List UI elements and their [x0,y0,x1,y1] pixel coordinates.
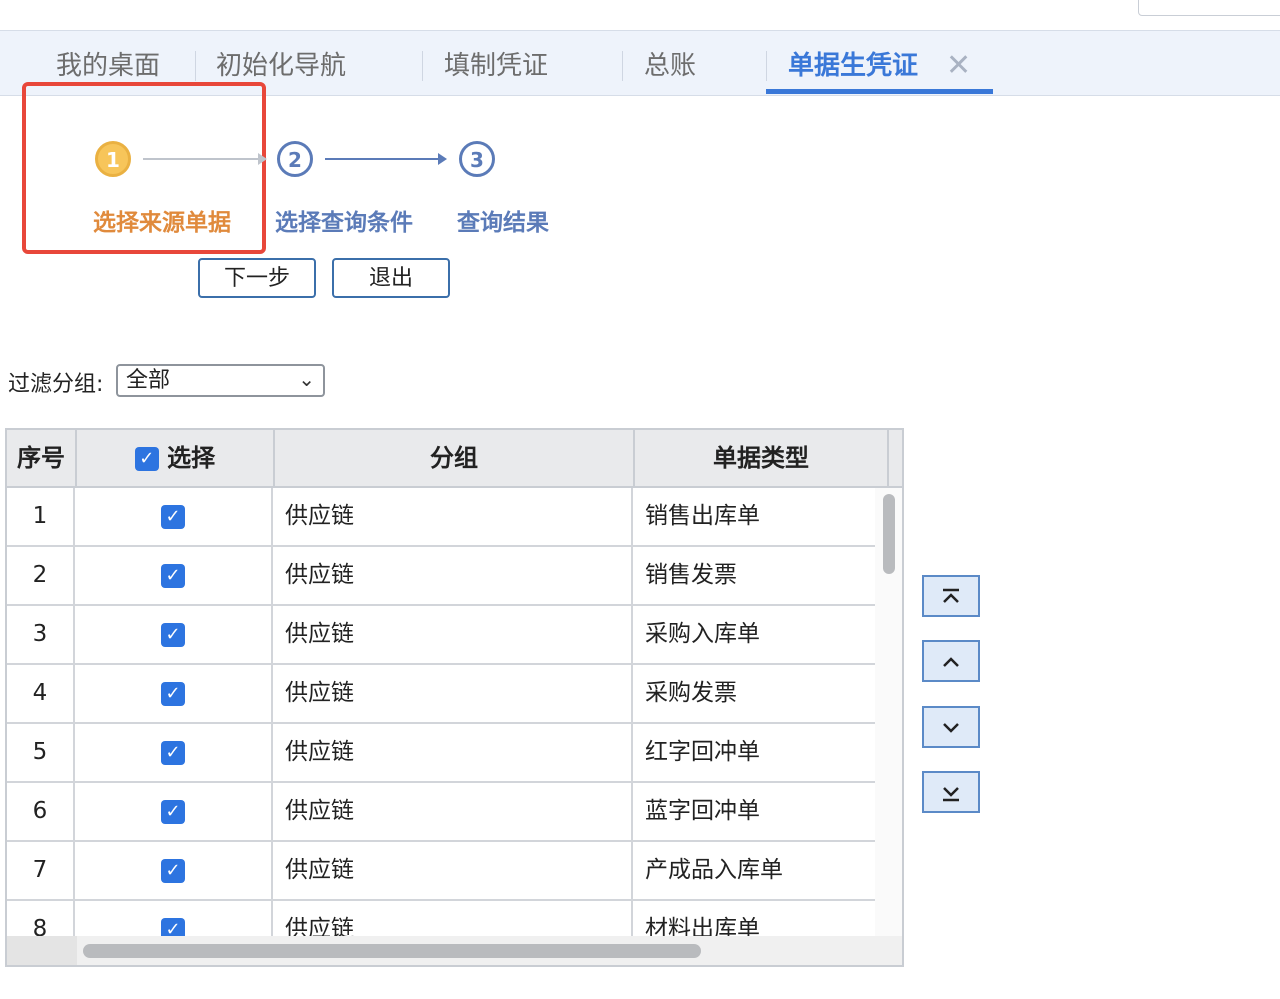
row-checkbox[interactable]: ✓ [161,563,185,588]
row-seq: 8 [7,901,75,936]
filter-group-value: 全部 [126,368,171,393]
step-connector [143,158,259,160]
top-strip [0,0,1280,30]
row-seq: 7 [7,842,75,899]
table-row[interactable]: 7 ✓ 供应链 产成品入库单 [7,842,875,901]
tab-doc-to-voucher[interactable]: 单据生凭证 [788,31,918,95]
table-row[interactable]: 2 ✓ 供应链 销售发票 [7,547,875,606]
col-seq-header: 序号 [7,430,77,486]
row-checkbox[interactable]: ✓ [161,504,185,529]
row-checkbox[interactable]: ✓ [161,799,185,824]
filter-group-label: 过滤分组: [8,372,104,397]
tab-general-ledger[interactable]: 总账 [644,31,696,95]
top-search-input[interactable] [1138,0,1280,16]
table-header: 序号 ✓ 选择 分组 单据类型 [7,430,902,488]
row-group: 供应链 [273,665,633,722]
row-seq: 3 [7,606,75,663]
row-doc-type: 产成品入库单 [645,857,783,883]
col-select-header[interactable]: ✓ 选择 [77,430,275,486]
chevron-down-icon: ⌄ [298,367,315,391]
row-doc-type: 销售出库单 [645,503,760,529]
move-top-icon [943,588,959,603]
row-doc-type: 销售发票 [645,562,737,588]
step-arrow-icon [438,153,447,165]
table-row[interactable]: 4 ✓ 供应链 采购发票 [7,665,875,724]
doc-type-table: 序号 ✓ 选择 分组 单据类型 1 ✓ 供应链 销售出库单 2 ✓ 供应链 销售… [5,428,904,967]
tab-separator [766,51,767,81]
row-seq: 1 [7,488,75,545]
next-step-button[interactable]: 下一步 [198,258,316,298]
row-checkbox[interactable]: ✓ [161,917,185,936]
table-row[interactable]: 8 ✓ 供应链 材料出库单 [7,901,875,936]
step-connector [325,158,439,160]
row-seq: 5 [7,724,75,781]
row-doc-type: 材料出库单 [645,916,760,936]
row-seq: 2 [7,547,75,604]
row-checkbox[interactable]: ✓ [161,858,185,883]
row-group: 供应链 [273,724,633,781]
exit-button[interactable]: 退出 [332,258,450,298]
row-doc-type: 采购入库单 [645,621,760,647]
table-row[interactable]: 5 ✓ 供应链 红字回冲单 [7,724,875,783]
active-tab-indicator [766,89,993,94]
move-to-bottom-button[interactable] [922,771,980,813]
row-select-cell[interactable]: ✓ [75,724,273,781]
row-select-cell[interactable]: ✓ [75,665,273,722]
scroll-corner [7,936,77,965]
row-group: 供应链 [273,783,633,840]
tab-separator [422,51,423,81]
row-seq: 6 [7,783,75,840]
row-select-cell[interactable]: ✓ [75,901,273,936]
tab-separator [195,51,196,81]
col-type-header[interactable]: 单据类型 [635,430,889,486]
chevron-down-icon [943,723,959,733]
row-select-cell[interactable]: ✓ [75,547,273,604]
step-1-label: 选择来源单据 [93,210,231,236]
row-group: 供应链 [273,606,633,663]
row-checkbox[interactable]: ✓ [161,740,185,765]
step-3-label: 查询结果 [457,210,549,236]
row-checkbox[interactable]: ✓ [161,622,185,647]
move-up-button[interactable] [922,640,980,682]
step-2-circle: 2 [277,141,313,177]
tab-fill-voucher[interactable]: 填制凭证 [444,31,548,95]
move-to-top-button[interactable] [922,575,980,617]
table-row[interactable]: 6 ✓ 供应链 蓝字回冲单 [7,783,875,842]
row-doc-type: 红字回冲单 [645,739,760,765]
row-seq: 4 [7,665,75,722]
step-1-circle: 1 [95,141,131,177]
table-row[interactable]: 3 ✓ 供应链 采购入库单 [7,606,875,665]
move-down-button[interactable] [922,706,980,748]
row-doc-type: 蓝字回冲单 [645,798,760,824]
step-3-circle: 3 [459,141,495,177]
vertical-scroll-thumb[interactable] [883,494,895,574]
horizontal-scroll-thumb[interactable] [83,944,701,958]
row-group: 供应链 [273,842,633,899]
row-select-cell[interactable]: ✓ [75,606,273,663]
row-doc-type: 采购发票 [645,680,737,706]
select-all-checkbox[interactable]: ✓ [134,447,159,471]
chevron-up-icon [943,657,959,667]
table-row[interactable]: 1 ✓ 供应链 销售出库单 [7,488,875,547]
move-bottom-icon [943,787,959,802]
col-select-label: 选择 [167,444,216,472]
table-body: 1 ✓ 供应链 销售出库单 2 ✓ 供应链 销售发票 3 ✓ 供应链 采购入库单… [7,488,875,936]
row-checkbox[interactable]: ✓ [161,681,185,706]
row-select-cell[interactable]: ✓ [75,842,273,899]
row-select-cell[interactable]: ✓ [75,783,273,840]
row-select-cell[interactable]: ✓ [75,488,273,545]
filter-group-select[interactable]: 全部 ⌄ [116,364,325,397]
row-group: 供应链 [273,488,633,545]
tab-separator [622,51,623,81]
col-group-header[interactable]: 分组 [275,430,635,486]
row-group: 供应链 [273,901,633,936]
row-group: 供应链 [273,547,633,604]
step-arrow-icon [258,153,267,165]
step-2-label: 选择查询条件 [275,210,413,236]
